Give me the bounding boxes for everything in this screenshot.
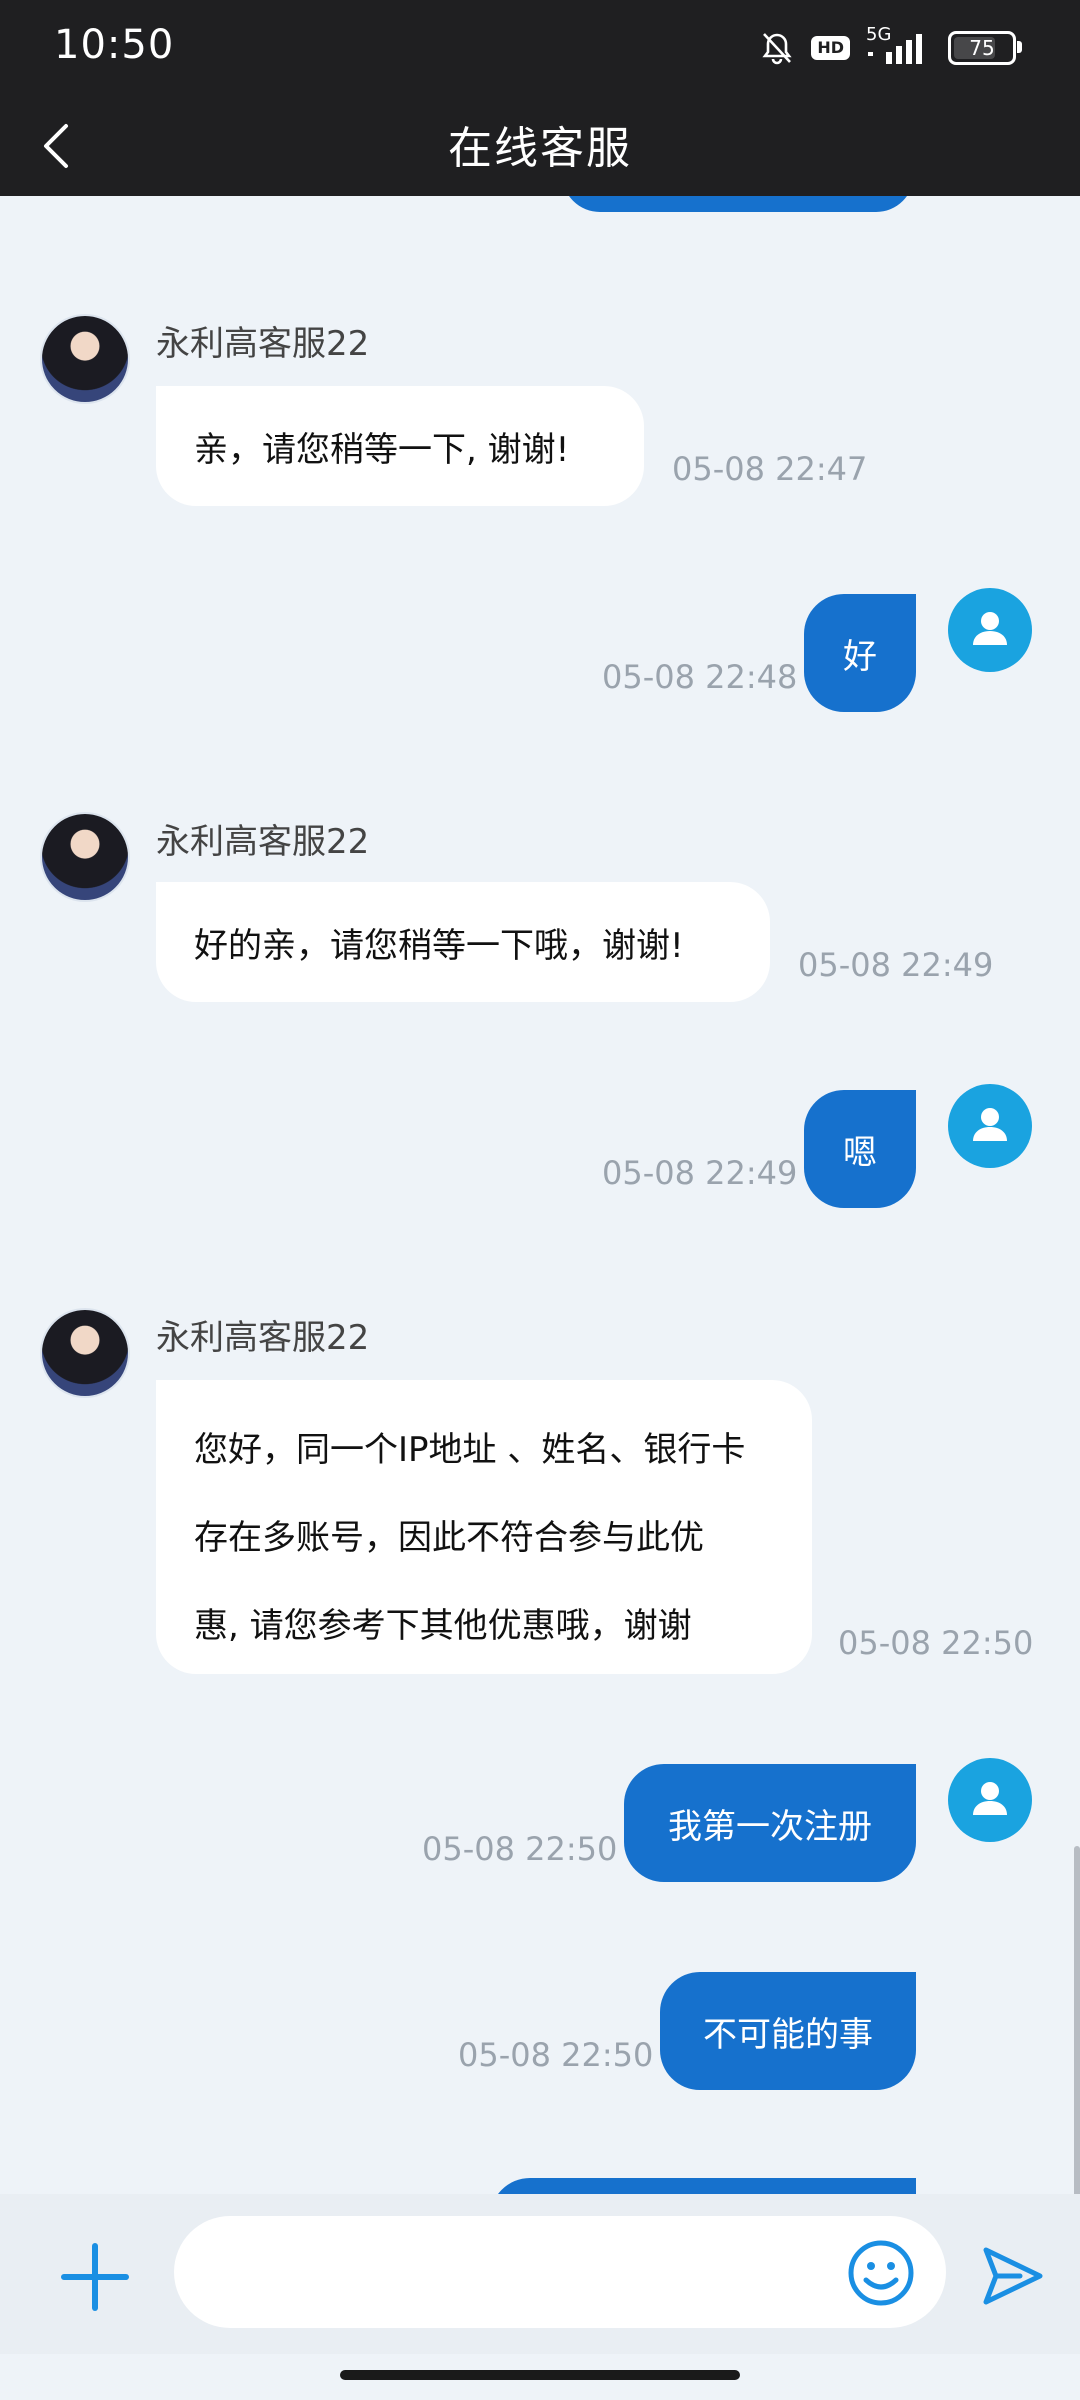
emoji-button[interactable] <box>846 2238 916 2308</box>
message-timestamp: 05-08 22:49 <box>798 946 994 984</box>
agent-avatar[interactable] <box>40 314 130 404</box>
message-timestamp: 05-08 22:50 <box>422 1830 618 1868</box>
user-message-bubble[interactable]: 我第一次注册 <box>624 1764 916 1882</box>
message-timestamp: 05-08 22:50 <box>838 1624 1034 1662</box>
agent-message-bubble[interactable]: 亲，请您稍等一下, 谢谢! <box>156 386 644 506</box>
agent-name: 永利高客服22 <box>156 1318 370 1358</box>
status-time: 10:50 <box>54 22 175 68</box>
user-avatar[interactable] <box>948 1084 1032 1168</box>
scrollbar[interactable] <box>1074 1846 1080 2194</box>
home-indicator[interactable] <box>340 2370 740 2380</box>
agent-name: 永利高客服22 <box>156 822 370 862</box>
chat-message-list[interactable]: 永利高客服22 亲，请您稍等一下, 谢谢! 05-08 22:47 05-08 … <box>0 196 1080 2194</box>
hd-badge: HD <box>811 36 850 60</box>
user-message-bubble[interactable]: 不可能的事 <box>660 1972 916 2090</box>
message-text: 不可能的事 <box>703 2014 873 2055</box>
status-bar: 10:50 HD 5G 75 <box>0 0 1080 98</box>
chat-header: 在线客服 <box>0 98 1080 196</box>
message-bubble-partial <box>490 2178 916 2194</box>
person-icon <box>973 1108 1007 1141</box>
battery-level: 75 <box>969 36 995 60</box>
agent-name: 永利高客服22 <box>156 324 370 364</box>
message-text: 好的亲，请您稍等一下哦，谢谢! <box>194 926 684 966</box>
person-icon <box>973 1782 1007 1815</box>
message-timestamp: 05-08 22:48 <box>602 658 798 696</box>
plus-icon <box>61 2243 129 2311</box>
message-text-line: 惠, 请您参考下其他优惠哦，谢谢 <box>194 1606 692 1646</box>
send-icon <box>983 2247 1043 2305</box>
person-icon <box>973 612 1007 645</box>
smiley-icon <box>848 2240 914 2306</box>
signal-icon <box>868 34 922 64</box>
page-title: 在线客服 <box>448 123 632 174</box>
battery-indicator: 75 <box>948 31 1022 65</box>
message-text-line: 您好，同一个IP地址 、姓名、银行卡 <box>194 1430 746 1470</box>
send-button[interactable] <box>980 2244 1046 2308</box>
network-indicator: 5G <box>866 24 932 66</box>
user-message-bubble[interactable]: 好 <box>804 594 916 712</box>
message-text: 好 <box>843 636 877 677</box>
user-avatar[interactable] <box>948 588 1032 672</box>
message-timestamp: 05-08 22:49 <box>602 1154 798 1192</box>
message-bubble-partial <box>562 196 914 212</box>
message-text-line: 存在多账号，因此不符合参与此优 <box>194 1518 704 1558</box>
agent-message-bubble[interactable]: 您好，同一个IP地址 、姓名、银行卡 存在多账号，因此不符合参与此优 惠, 请您… <box>156 1380 812 1674</box>
message-text: 嗯 <box>843 1132 877 1173</box>
user-message-bubble[interactable]: 嗯 <box>804 1090 916 1208</box>
bell-muted-icon <box>762 33 792 65</box>
message-timestamp: 05-08 22:47 <box>672 450 868 488</box>
user-avatar[interactable] <box>948 1758 1032 1842</box>
message-input-bar <box>0 2194 1080 2354</box>
message-text: 亲，请您稍等一下, 谢谢! <box>194 430 570 470</box>
message-input[interactable] <box>174 2216 946 2328</box>
message-timestamp: 05-08 22:50 <box>458 2036 654 2074</box>
agent-avatar[interactable] <box>40 812 130 902</box>
attach-button[interactable] <box>58 2240 132 2314</box>
agent-message-bubble[interactable]: 好的亲，请您稍等一下哦，谢谢! <box>156 882 770 1002</box>
status-icons: HD 5G 75 <box>759 24 1022 66</box>
message-text: 我第一次注册 <box>668 1806 872 1847</box>
agent-avatar[interactable] <box>40 1308 130 1398</box>
